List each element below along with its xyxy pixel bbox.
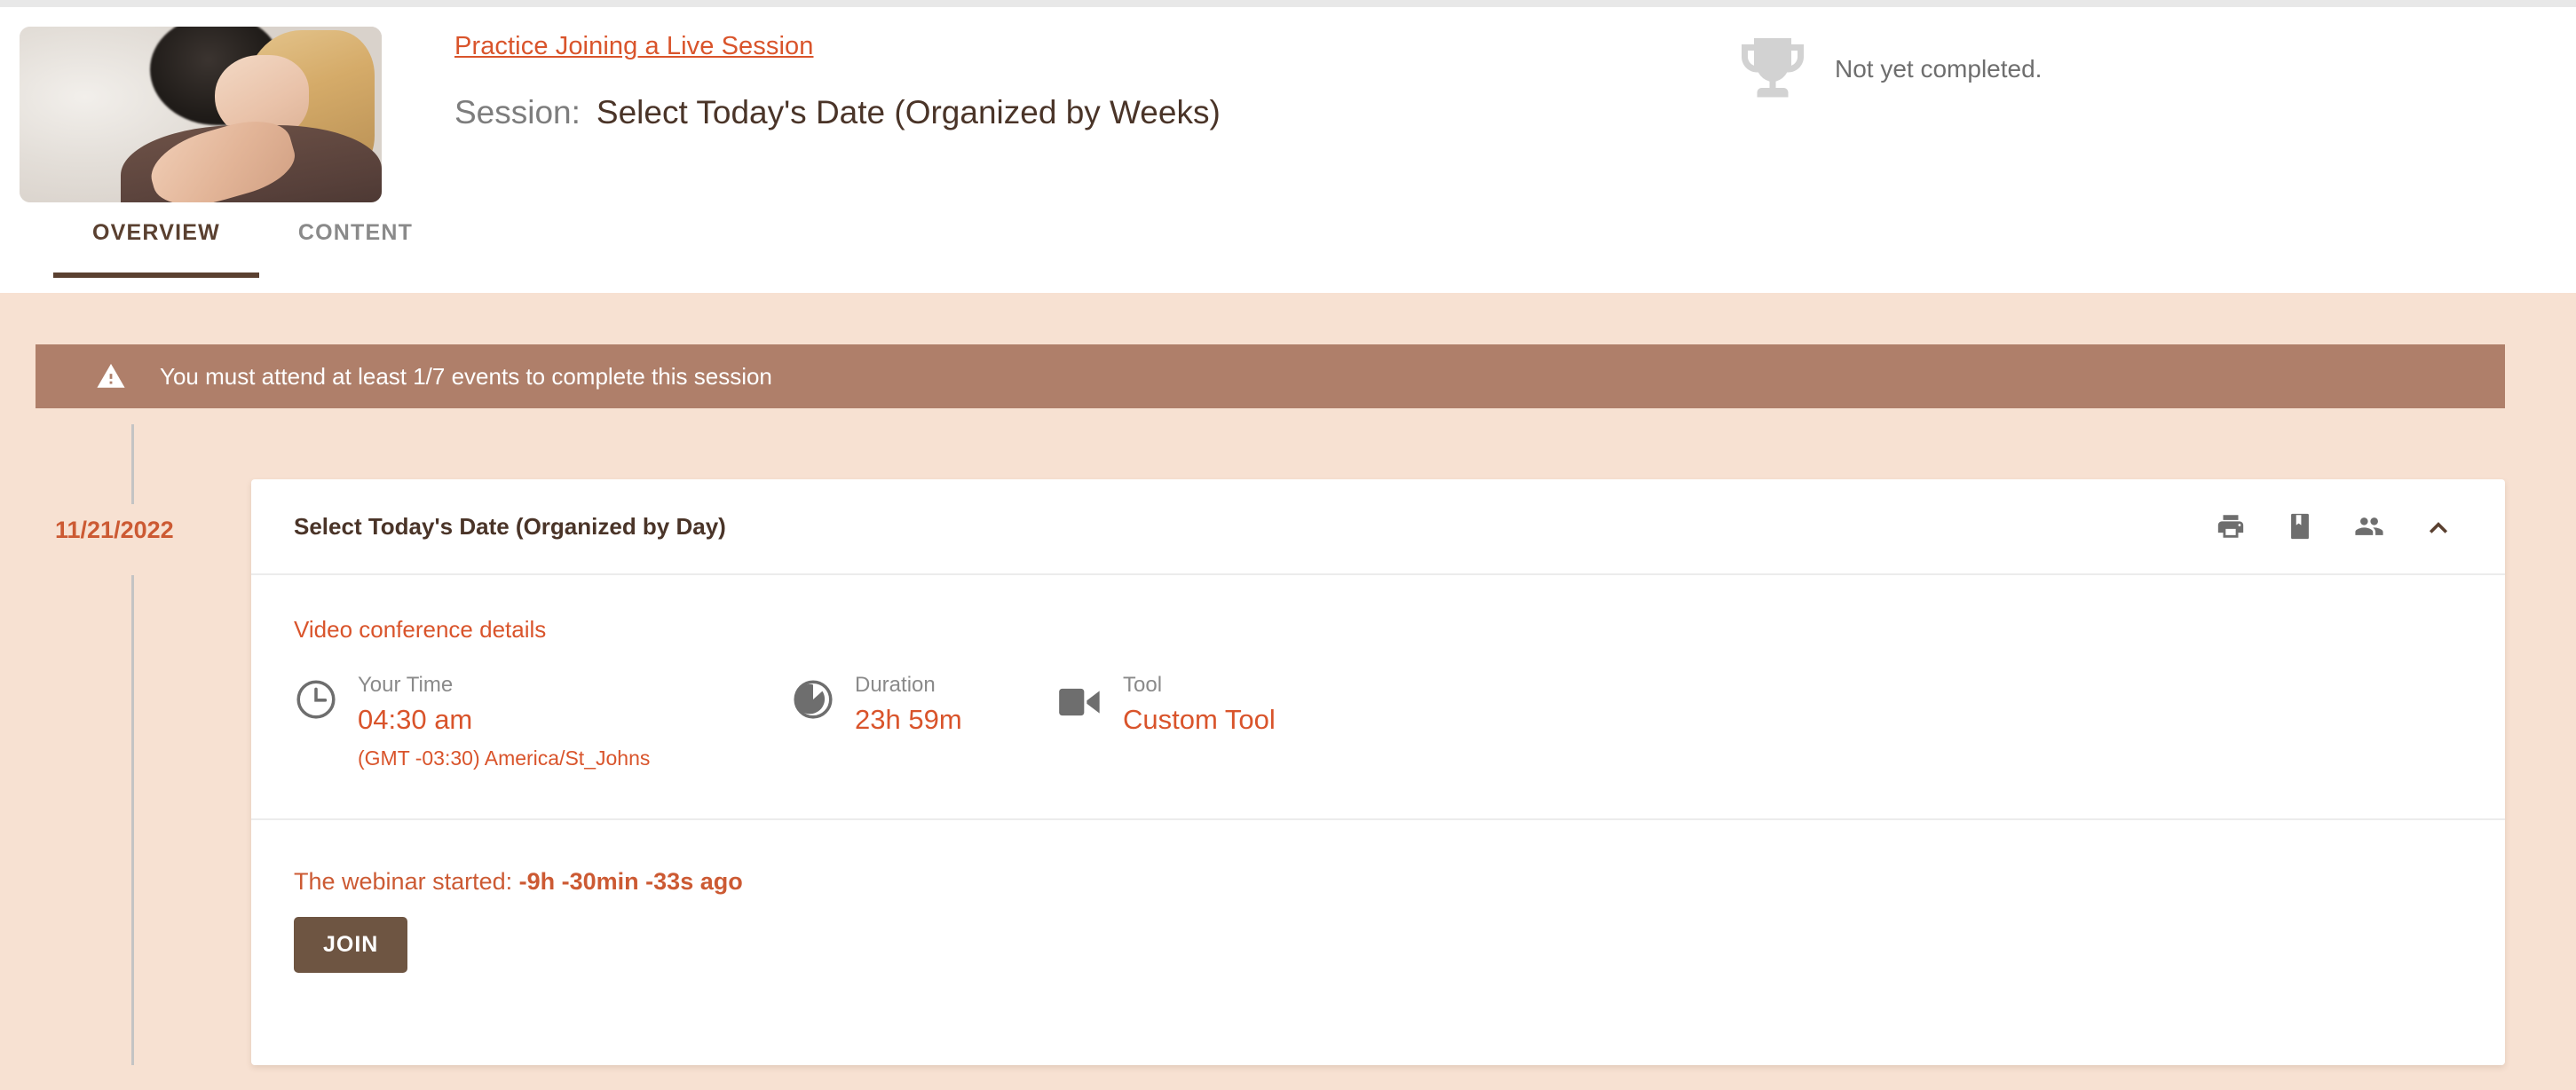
attendance-requirement-text: You must attend at least 1/7 events to c… <box>160 362 772 390</box>
your-time-timezone: (GMT -03:30) America/St_Johns <box>358 746 651 770</box>
tool-text: Tool Custom Tool <box>1123 672 1276 738</box>
timeline-connector-top <box>131 424 134 504</box>
event-card-title: Select Today's Date (Organized by Day) <box>294 512 726 540</box>
duration-text: Duration 23h 59m <box>855 672 962 738</box>
tab-bar: OVERVIEW CONTENT <box>53 220 452 278</box>
session-heading: Session: Select Today's Date (Organized b… <box>454 94 1221 131</box>
join-button[interactable]: JOIN <box>294 917 408 973</box>
your-time-item: Your Time 04:30 am (GMT -03:30) America/… <box>294 672 791 770</box>
tab-content-label: CONTENT <box>297 220 414 245</box>
event-card-header: Select Today's Date (Organized by Day) <box>251 479 2505 575</box>
timeline-date: 11/21/2022 <box>55 517 174 543</box>
print-icon[interactable] <box>2216 511 2246 541</box>
duration-item: Duration 23h 59m <box>791 672 1057 738</box>
completion-status: Not yet completed. <box>1735 32 2042 107</box>
tab-overview-label: OVERVIEW <box>92 220 220 245</box>
course-link[interactable]: Practice Joining a Live Session <box>454 32 813 61</box>
clock-icon <box>296 680 336 719</box>
webinar-status-prefix: The webinar started: <box>294 868 513 895</box>
event-card: Select Today's Date (Organized by Day) V… <box>251 479 2505 1065</box>
session-title: Select Today's Date (Organized by Weeks) <box>596 94 1221 130</box>
bookmark-icon[interactable] <box>2285 511 2315 541</box>
people-icon[interactable] <box>2354 511 2384 541</box>
video-conference-row: Your Time 04:30 am (GMT -03:30) America/… <box>294 672 2462 770</box>
session-label: Session: <box>454 94 581 130</box>
completion-status-text: Not yet completed. <box>1835 55 2043 83</box>
duration-label: Duration <box>855 673 936 697</box>
webinar-status-value: -9h -30min -33s ago <box>518 868 743 895</box>
webinar-status: The webinar started: -9h -30min -33s ago <box>294 868 2462 896</box>
tool-item: Tool Custom Tool <box>1057 672 1276 738</box>
session-overview-page: Practice Joining a Live Session Session:… <box>0 0 2576 1090</box>
trophy-icon <box>1742 38 1804 98</box>
chevron-up-icon[interactable] <box>2423 511 2454 541</box>
tab-content[interactable]: CONTENT <box>259 220 452 278</box>
video-conference-heading: Video conference details <box>294 616 547 643</box>
timeline-connector-bottom <box>131 575 134 1065</box>
event-card-actions <box>2216 511 2473 541</box>
video-conference-details: Video conference details Your Time 04:30… <box>251 575 2505 820</box>
course-thumbnail[interactable] <box>20 27 382 202</box>
tool-label: Tool <box>1123 673 1163 697</box>
your-time-value: 04:30 am <box>358 704 473 735</box>
attendance-requirement-banner: You must attend at least 1/7 events to c… <box>36 344 2505 408</box>
your-time-label: Your Time <box>358 673 454 697</box>
tool-value: Custom Tool <box>1123 704 1276 735</box>
timer-icon <box>794 680 833 719</box>
tab-overview[interactable]: OVERVIEW <box>53 220 259 278</box>
video-camera-icon <box>1059 688 1100 716</box>
event-card-footer: The webinar started: -9h -30min -33s ago… <box>251 820 2505 973</box>
your-time-text: Your Time 04:30 am (GMT -03:30) America/… <box>358 672 650 770</box>
duration-value: 23h 59m <box>855 704 962 735</box>
warning-triangle-icon <box>97 363 125 388</box>
